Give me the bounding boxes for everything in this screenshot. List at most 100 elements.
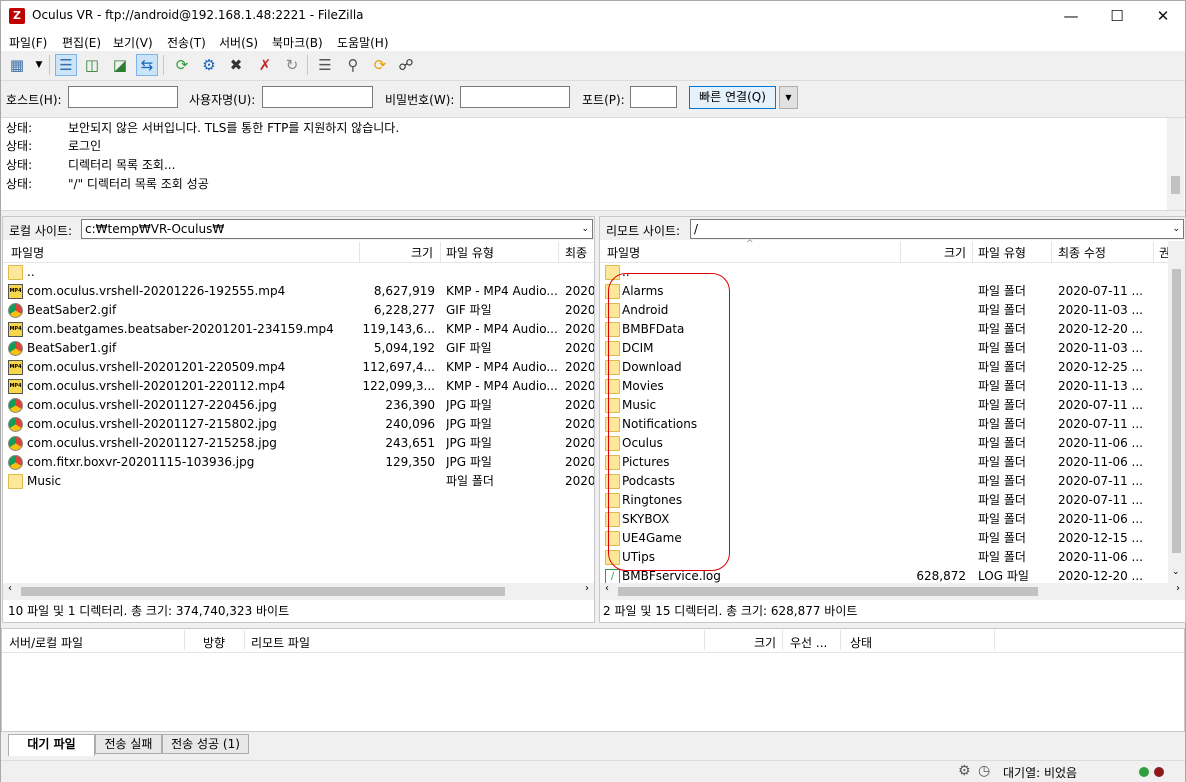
log-line: 상태: 디렉터리 목록 조회... (6, 158, 176, 172)
remote-hscrollbar[interactable]: ‹ › (600, 583, 1185, 600)
col-server-local[interactable]: 서버/로컬 파일 (9, 634, 83, 651)
local-file-row[interactable]: com.oculus.vrshell-20201127-215802.jpg 24… (3, 415, 594, 434)
tab-failed-transfers[interactable]: 전송 실패 (95, 734, 162, 754)
col-modified[interactable]: 최종 (565, 244, 587, 261)
local-file-row[interactable]: .. (3, 263, 594, 282)
password-input[interactable] (460, 86, 570, 108)
remote-vscrollbar[interactable]: ⌄ (1168, 241, 1185, 583)
remote-path-combo[interactable]: / ⌄ (690, 219, 1184, 239)
col-direction[interactable]: 방향 (203, 634, 225, 651)
col-size[interactable]: 크기 (754, 634, 776, 651)
cancel-operation-icon[interactable]: ✖ (225, 54, 247, 76)
tab-successful-transfers[interactable]: 전송 성공 (1) (162, 734, 249, 754)
site-manager-dropdown-icon[interactable]: ▼ (28, 54, 50, 76)
file-type: KMP - MP4 Audio... (446, 284, 558, 298)
local-file-row[interactable]: BeatSaber2.gif 6,228,277 GIF 파일 2020 (3, 301, 594, 320)
file-type: 파일 폴더 (978, 322, 1026, 336)
local-file-list: .. MP4 com.oculus.vrshell-20201226-192555.… (3, 263, 594, 583)
col-size[interactable]: 크기 (411, 244, 433, 261)
local-hscrollbar[interactable]: ‹ › (3, 583, 594, 600)
col-filename[interactable]: 파일명 (607, 244, 640, 261)
file-type: JPG 파일 (446, 436, 492, 450)
file-modified: 2020 (565, 436, 594, 450)
close-button[interactable]: ✕ (1140, 1, 1186, 31)
directory-filter-icon[interactable]: ☰ (314, 54, 336, 76)
col-size[interactable]: 크기 (944, 244, 966, 261)
file-size: 236,390 (385, 398, 435, 412)
file-type: JPG 파일 (446, 417, 492, 431)
col-status[interactable]: 상태 (850, 634, 872, 651)
file-modified: 2020-12-20 ... (1058, 569, 1143, 583)
reconnect-icon[interactable]: ↻ (281, 54, 303, 76)
process-queue-icon[interactable]: ⚙ (198, 54, 220, 76)
file-name: Music (27, 474, 62, 488)
gear-icon[interactable]: ⚙ (958, 763, 971, 779)
col-type[interactable]: 파일 유형 (978, 244, 1026, 261)
file-size: 628,872 (916, 569, 966, 583)
disconnect-icon[interactable]: ✗ (254, 54, 276, 76)
send-indicator-icon (1139, 767, 1149, 777)
local-file-header: 파일명 크기 파일 유형 최종 (3, 241, 594, 263)
file-name: com.oculus.vrshell-20201226-192555.mp4 (27, 284, 286, 298)
local-file-row[interactable]: BeatSaber1.gif 5,094,192 GIF 파일 2020 (3, 339, 594, 358)
log-file-icon: / (605, 569, 620, 583)
speed-limit-icon[interactable]: ◷ (978, 763, 990, 779)
file-modified: 2020-11-06 ... (1058, 512, 1143, 526)
menu-edit[interactable]: 편집(E) (62, 34, 101, 51)
file-modified: 2020-07-11 ... (1058, 398, 1143, 412)
menu-file[interactable]: 파일(F) (9, 34, 47, 51)
local-file-row[interactable]: com.fitxr.boxvr-20201115-103936.jpg 129,3… (3, 453, 594, 472)
toggle-remote-tree-icon[interactable]: ◪ (109, 54, 131, 76)
file-size: 122,099,3... (362, 379, 435, 393)
refresh-icon[interactable]: ⟳ (171, 54, 193, 76)
highlight-annotation (608, 273, 730, 571)
local-file-row[interactable]: MP4 com.beatgames.beatsaber-20201201-2341… (3, 320, 594, 339)
file-modified: 2020-07-11 ... (1058, 493, 1143, 507)
file-type: JPG 파일 (446, 455, 492, 469)
directory-compare-icon[interactable]: ⚲ (342, 54, 364, 76)
menu-bookmarks[interactable]: 북마크(B) (272, 34, 323, 51)
menu-server[interactable]: 서버(S) (219, 34, 258, 51)
local-file-row[interactable]: com.oculus.vrshell-20201127-215258.jpg 24… (3, 434, 594, 453)
file-type: 파일 폴더 (978, 360, 1026, 374)
username-input[interactable] (262, 86, 373, 108)
col-modified[interactable]: 최종 수정 (1058, 244, 1106, 261)
local-file-row[interactable]: MP4 com.oculus.vrshell-20201226-192555.mp… (3, 282, 594, 301)
host-input[interactable] (68, 86, 178, 108)
queue-status: 대기열: 비었음 (1003, 766, 1078, 780)
maximize-button[interactable]: ☐ (1094, 1, 1140, 31)
toggle-queue-icon[interactable]: ⇆ (136, 54, 158, 76)
col-remote-file[interactable]: 리모트 파일 (251, 634, 310, 651)
col-priority[interactable]: 우선 ... (790, 634, 827, 651)
local-file-row[interactable]: Music 파일 폴더 2020 (3, 472, 594, 491)
toolbar: ▦ ▼ ☰ ◫ ◪ ⇆ ⟳ ⚙ ✖ ✗ ↻ ☰ ⚲ ⟳ ☍ (1, 51, 1185, 81)
menu-view[interactable]: 보기(V) (113, 34, 153, 51)
file-size: 129,350 (385, 455, 435, 469)
toggle-local-tree-icon[interactable]: ◫ (81, 54, 103, 76)
quickconnect-button[interactable]: 빠른 연결(Q) (689, 86, 776, 109)
local-path-combo[interactable]: c:₩temp₩VR-Oculus₩ ⌄ (81, 219, 593, 239)
local-file-row[interactable]: MP4 com.oculus.vrshell-20201201-220112.mp… (3, 377, 594, 396)
synchronized-browsing-icon[interactable]: ⟳ (369, 54, 391, 76)
file-size: 243,651 (385, 436, 435, 450)
toolbar-separator (163, 55, 164, 75)
local-file-row[interactable]: com.oculus.vrshell-20201127-220456.jpg 23… (3, 396, 594, 415)
minimize-button[interactable]: — (1048, 1, 1094, 31)
menu-help[interactable]: 도움말(H) (337, 34, 389, 51)
file-modified: 2020-12-15 ... (1058, 531, 1143, 545)
port-input[interactable] (630, 86, 677, 108)
site-manager-icon[interactable]: ▦ (6, 54, 28, 76)
log-scrollbar[interactable] (1167, 118, 1184, 210)
col-type[interactable]: 파일 유형 (446, 244, 494, 261)
menu-transfer[interactable]: 전송(T) (167, 34, 206, 51)
file-modified: 2020-07-11 ... (1058, 474, 1143, 488)
log-line: 상태: "/" 디렉터리 목록 조회 성공 (6, 177, 209, 191)
search-files-icon[interactable]: ☍ (395, 54, 417, 76)
col-filename[interactable]: 파일명 (11, 244, 44, 261)
toggle-log-icon[interactable]: ☰ (55, 54, 77, 76)
local-file-row[interactable]: MP4 com.oculus.vrshell-20201201-220509.mp… (3, 358, 594, 377)
quickconnect-history-dropdown[interactable]: ▼ (779, 86, 798, 109)
file-type: 파일 폴더 (978, 341, 1026, 355)
chevron-down-icon: ⌄ (581, 224, 589, 234)
tab-queued-files[interactable]: 대기 파일 (8, 734, 95, 756)
